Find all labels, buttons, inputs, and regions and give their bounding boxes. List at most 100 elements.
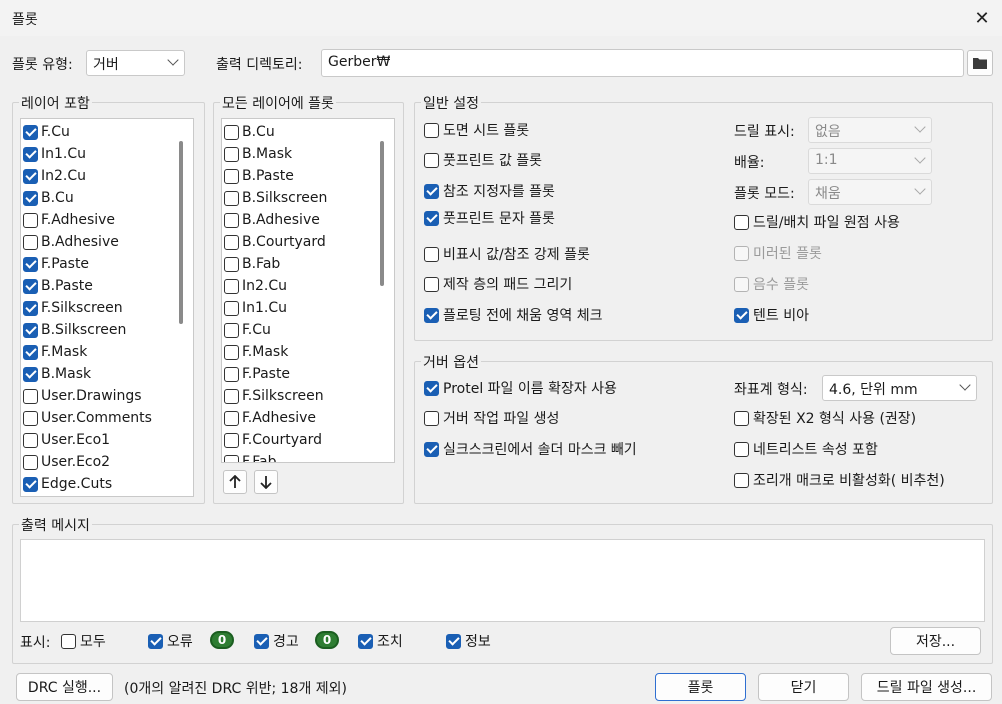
checkbox[interactable]: [224, 410, 239, 426]
checkbox[interactable]: [224, 300, 239, 316]
general-option[interactable]: 제작 층의 패드 그리기: [424, 273, 572, 295]
general-option[interactable]: 풋프린트 값 플롯: [424, 149, 542, 171]
checkbox[interactable]: [734, 441, 749, 457]
layer-list-item[interactable]: F.Adhesive: [224, 407, 316, 429]
checkbox[interactable]: [224, 234, 239, 250]
layer-list-item[interactable]: B.Mask: [23, 363, 91, 385]
layer-list-item[interactable]: B.Courtyard: [224, 231, 326, 253]
filter-actions-checkbox[interactable]: 조치: [358, 630, 403, 652]
scale-select[interactable]: 1:1: [808, 148, 932, 174]
checkbox-warnings[interactable]: [254, 633, 269, 649]
gerber-option[interactable]: 조리개 매크로 비활성화( 비추천): [734, 469, 945, 491]
checkbox[interactable]: [23, 366, 38, 382]
checkbox[interactable]: [424, 122, 439, 138]
checkbox[interactable]: [224, 278, 239, 294]
layer-list-item[interactable]: B.Mask: [224, 143, 292, 165]
checkbox[interactable]: [23, 234, 38, 250]
checkbox[interactable]: [224, 190, 239, 206]
gerber-option[interactable]: Protel 파일 이름 확장자 사용: [424, 377, 617, 399]
include-layers-list[interactable]: F.Cu In1.Cu In2.Cu B.Cu F.Adhesive B.Adhesive…: [20, 118, 194, 497]
checkbox[interactable]: [424, 380, 439, 396]
layer-list-item[interactable]: In2.Cu: [224, 275, 287, 297]
plot-format-select[interactable]: 거버: [86, 50, 185, 76]
checkbox[interactable]: [23, 454, 38, 470]
layer-list-item[interactable]: B.Fab: [224, 253, 280, 275]
layer-list-item[interactable]: B.Silkscreen: [23, 319, 126, 341]
checkbox[interactable]: [424, 276, 439, 292]
browse-folder-button[interactable]: [967, 50, 993, 76]
general-option[interactable]: 플로팅 전에 채움 영역 체크: [424, 304, 602, 326]
checkbox[interactable]: [734, 214, 749, 230]
checkbox[interactable]: [424, 210, 439, 226]
checkbox[interactable]: [23, 212, 38, 228]
save-messages-button[interactable]: 저장...: [890, 627, 981, 655]
filter-warnings-checkbox[interactable]: 경고: [254, 630, 299, 652]
checkbox[interactable]: [23, 322, 38, 338]
checkbox[interactable]: [23, 476, 38, 492]
general-option[interactable]: 음수 플롯: [734, 273, 809, 295]
checkbox[interactable]: [23, 344, 38, 360]
gerber-option[interactable]: 실크스크린에서 솔더 마스크 빼기: [424, 438, 637, 460]
filter-all-checkbox[interactable]: 모두: [61, 630, 106, 652]
move-down-button[interactable]: [254, 470, 278, 494]
gerber-option[interactable]: 확장된 X2 형식 사용 (권장): [734, 407, 916, 429]
general-option[interactable]: 풋프린트 문자 플롯: [424, 207, 555, 229]
layer-list-item[interactable]: F.Silkscreen: [23, 297, 123, 319]
checkbox[interactable]: [224, 168, 239, 184]
checkbox[interactable]: [424, 152, 439, 168]
checkbox[interactable]: [23, 278, 38, 294]
run-drc-button[interactable]: DRC 실행...: [16, 673, 113, 701]
layer-list-item[interactable]: User.Eco2: [23, 451, 110, 473]
general-option[interactable]: 미러된 플롯: [734, 242, 822, 264]
coord-format-select[interactable]: 4.6, 단위 mm: [822, 375, 977, 401]
output-dir-input[interactable]: Gerber₩: [321, 49, 964, 77]
layer-list-item[interactable]: B.Paste: [23, 275, 93, 297]
checkbox[interactable]: [23, 168, 38, 184]
checkbox[interactable]: [23, 432, 38, 448]
checkbox-errors[interactable]: [148, 633, 163, 649]
plot-button[interactable]: 플롯: [655, 673, 746, 701]
messages-textarea[interactable]: [20, 539, 985, 622]
layer-list-item[interactable]: F.Mask: [224, 341, 288, 363]
layer-list-item[interactable]: User.Eco1: [23, 429, 110, 451]
layer-list-item[interactable]: B.Adhesive: [23, 231, 119, 253]
filter-info-checkbox[interactable]: 정보: [446, 630, 491, 652]
checkbox[interactable]: [224, 366, 239, 382]
checkbox[interactable]: [734, 472, 749, 488]
layer-list-item[interactable]: In1.Cu: [224, 297, 287, 319]
checkbox[interactable]: [224, 146, 239, 162]
checkbox[interactable]: [224, 344, 239, 360]
checkbox-all[interactable]: [61, 633, 76, 649]
checkbox[interactable]: [224, 432, 239, 448]
generate-drill-files-button[interactable]: 드릴 파일 생성...: [861, 673, 992, 701]
plot-mode-select[interactable]: 채움: [808, 179, 932, 205]
checkbox[interactable]: [424, 246, 439, 262]
checkbox[interactable]: [424, 441, 439, 457]
gerber-option[interactable]: 거버 작업 파일 생성: [424, 407, 559, 429]
general-option[interactable]: 드릴/배치 파일 원점 사용: [734, 211, 900, 233]
layer-list-item[interactable]: User.Comments: [23, 407, 152, 429]
checkbox[interactable]: [224, 124, 239, 140]
layer-list-item[interactable]: F.Silkscreen: [224, 385, 324, 407]
checkbox[interactable]: [23, 124, 38, 140]
general-option[interactable]: 참조 지정자를 플롯: [424, 180, 555, 202]
layer-list-item[interactable]: F.Cu: [224, 319, 271, 341]
layer-list-item[interactable]: In2.Cu: [23, 165, 86, 187]
checkbox[interactable]: [23, 256, 38, 272]
layer-list-item[interactable]: B.Cu: [23, 187, 74, 209]
general-option[interactable]: 도면 시트 플롯: [424, 119, 529, 141]
checkbox[interactable]: [424, 410, 439, 426]
drill-marks-select[interactable]: 없음: [808, 117, 932, 143]
layer-list-item[interactable]: F.Cu: [23, 121, 70, 143]
layer-list-item[interactable]: User.Drawings: [23, 385, 142, 407]
layer-list-item[interactable]: B.Silkscreen: [224, 187, 327, 209]
checkbox[interactable]: [424, 307, 439, 323]
checkbox[interactable]: [734, 410, 749, 426]
layer-list-item[interactable]: F.Courtyard: [224, 429, 322, 451]
checkbox-actions[interactable]: [358, 633, 373, 649]
checkbox[interactable]: [734, 307, 749, 323]
layer-list-item[interactable]: F.Adhesive: [23, 209, 115, 231]
checkbox[interactable]: [224, 322, 239, 338]
layer-list-item[interactable]: B.Cu: [224, 121, 275, 143]
checkbox[interactable]: [224, 388, 239, 404]
